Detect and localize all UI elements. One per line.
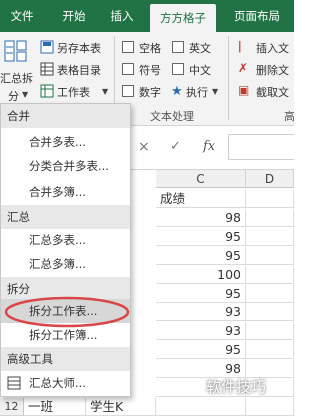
enter-icon[interactable]: ✓	[170, 139, 181, 154]
tab-insert[interactable]: 插入	[104, 0, 140, 32]
cell-d[interactable]	[246, 208, 294, 227]
extract-text-button[interactable]: 截取文	[256, 84, 289, 100]
delete-text-button[interactable]: 删除文	[256, 62, 289, 78]
checkbox-symbol-label: 符号	[139, 64, 161, 77]
menu-item-merge-books[interactable]: 合并多簿...	[1, 180, 130, 204]
checkbox-chinese[interactable]	[172, 63, 184, 75]
cell-d[interactable]	[246, 265, 294, 284]
tab-file[interactable]: 文件	[4, 0, 40, 32]
cell-b[interactable]: 学生K	[86, 397, 156, 416]
insert-text-button[interactable]: 插入文	[256, 40, 289, 56]
cell-c[interactable]: 95	[156, 284, 246, 303]
menu-section-merge: 合并	[1, 104, 130, 128]
tab-fangfang[interactable]: 方方格子	[150, 4, 216, 32]
checkbox-english-label: 英文	[189, 42, 211, 55]
insert-text-icon: ǀ	[238, 39, 242, 53]
checkbox-space[interactable]	[122, 41, 134, 53]
menu-item-summary-books[interactable]: 汇总多簿...	[1, 252, 130, 276]
summary-split-label2: 分	[8, 90, 19, 103]
column-header-c[interactable]: C	[156, 170, 246, 188]
cell-c[interactable]: 93	[156, 322, 246, 341]
cell-c[interactable]: 93	[156, 303, 246, 322]
ribbon-tab-bar: 文件 开始 插入 方方格子 页面布局	[0, 0, 294, 32]
cell-c[interactable]: 98	[156, 208, 246, 227]
execute-chevron-icon: ▼	[212, 87, 219, 96]
save-as-icon	[40, 40, 54, 54]
delete-text-icon: ✗	[238, 61, 249, 75]
text-processing-group-title: 文本处理	[150, 110, 194, 123]
cell-c[interactable]	[156, 397, 246, 416]
worksheet-icon	[40, 84, 54, 98]
menu-section-advanced: 高级工具	[1, 347, 130, 371]
menu-item-merge-sheets[interactable]: 合并多表...	[1, 130, 130, 154]
worksheet-button[interactable]: 工作表	[57, 84, 90, 100]
column-header-d[interactable]: D	[246, 170, 294, 188]
cell-c[interactable]: 95	[156, 227, 246, 246]
extract-text-icon: ▣	[238, 83, 250, 97]
advanced-group-title: 高	[284, 110, 295, 123]
cell-a[interactable]: 一班	[24, 397, 86, 416]
cell-d[interactable]	[246, 303, 294, 322]
menu-item-summary-sheets[interactable]: 汇总多表...	[1, 228, 130, 252]
cell-d[interactable]	[246, 190, 294, 208]
cell-c-header[interactable]: 成绩	[156, 190, 246, 208]
checkbox-number-label: 数字	[139, 86, 161, 99]
chevron-down-icon: ▼	[22, 90, 29, 99]
checkbox-number[interactable]	[122, 85, 134, 97]
tab-page-layout[interactable]: 页面布局	[224, 0, 290, 32]
summary-split-label: 汇总拆	[0, 72, 33, 85]
cell-d[interactable]	[246, 227, 294, 246]
checkbox-chinese-label: 中文	[189, 64, 211, 77]
execute-button[interactable]: 执行	[186, 84, 208, 100]
summary-split-button[interactable]: 汇总拆 分 ▼	[0, 36, 34, 108]
menu-item-summary-master[interactable]: 汇总大师...	[1, 371, 130, 395]
save-as-table-button[interactable]: 另存本表	[57, 40, 101, 56]
checkbox-symbol[interactable]	[122, 63, 134, 75]
checkbox-space-label: 空格	[139, 42, 161, 55]
cell-d[interactable]	[246, 341, 294, 360]
summary-split-menu: 合并 合并多表... 分类合并多表... 合并多簿... 汇总 汇总多表... …	[0, 103, 131, 397]
cell-d[interactable]	[246, 246, 294, 265]
worksheet-chevron-icon: ▼	[102, 87, 109, 96]
checkbox-english[interactable]	[172, 41, 184, 53]
cancel-icon[interactable]: ×	[138, 139, 150, 155]
execute-star-icon: ★	[171, 84, 183, 99]
cell-d[interactable]	[246, 322, 294, 341]
tab-home[interactable]: 开始	[54, 0, 94, 32]
ribbon-separator-2	[228, 36, 229, 120]
watermark: 软件技巧	[206, 378, 267, 396]
formula-input[interactable]	[228, 134, 294, 160]
cell-c[interactable]: 95	[156, 341, 246, 360]
cell-d[interactable]	[246, 397, 294, 416]
cell-c[interactable]: 95	[156, 246, 246, 265]
menu-item-category-merge[interactable]: 分类合并多表...	[1, 154, 130, 178]
menu-section-summary: 汇总	[1, 205, 130, 229]
table-directory-button[interactable]: 表格目录	[57, 62, 101, 78]
fx-icon[interactable]: fx	[203, 139, 215, 154]
summary-split-icon	[4, 40, 27, 62]
row-header[interactable]: 12	[0, 397, 24, 416]
cell-d[interactable]	[246, 284, 294, 303]
highlight-circle	[4, 296, 130, 328]
table-directory-icon	[40, 62, 54, 76]
cell-c[interactable]: 100	[156, 265, 246, 284]
